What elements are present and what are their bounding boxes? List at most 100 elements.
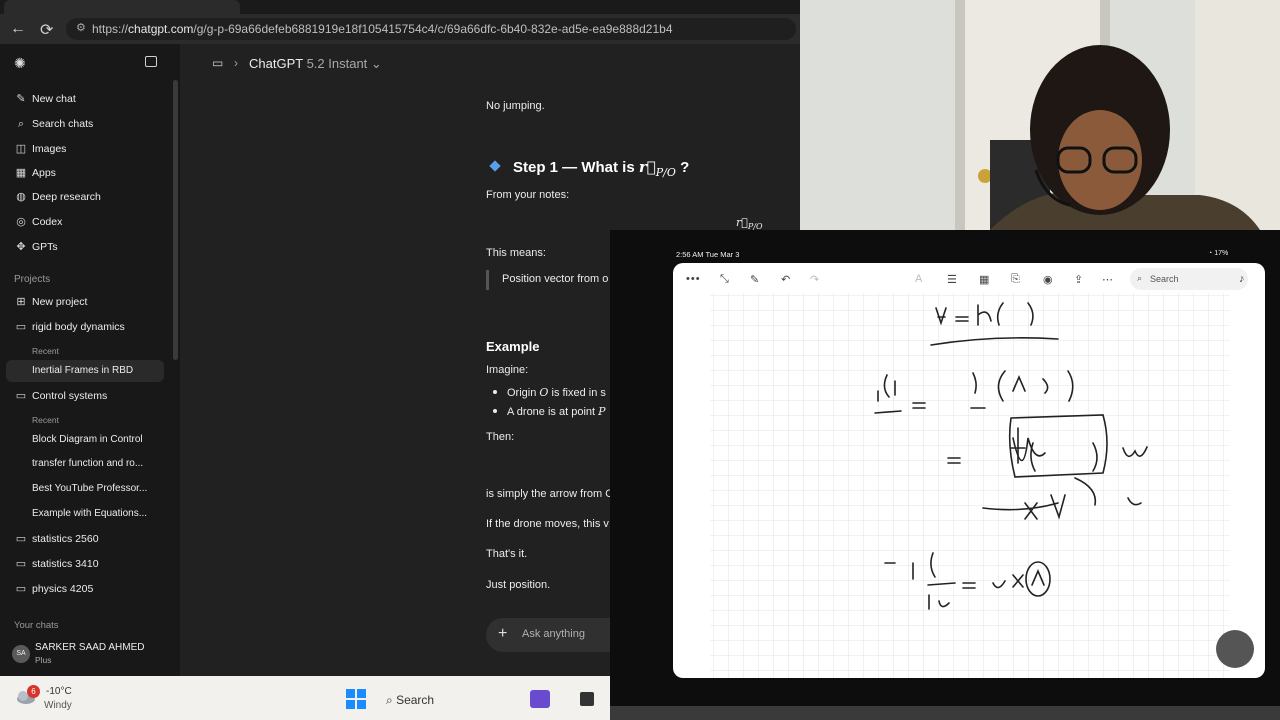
projects-header: Projects [14, 274, 51, 285]
chevron-right-icon: › [234, 56, 238, 70]
step1-question: ? [675, 159, 690, 176]
bullet-text: Origin [507, 387, 540, 399]
taskbar-search[interactable]: ⌕ Search [378, 686, 518, 714]
sidebar-item-label: Apps [32, 167, 56, 179]
bullet-dot-icon [493, 390, 497, 394]
your-chats-header: Your chats [14, 620, 59, 631]
sidebar-item-apps[interactable]: ▦ Apps [14, 162, 170, 184]
taskbar-app-icon[interactable] [580, 692, 594, 706]
url-prefix: https:// [92, 22, 129, 36]
chat-example-equations[interactable]: Example with Equations... [32, 504, 147, 524]
blockquote-bar [486, 270, 489, 290]
model-selector[interactable]: ChatGPT 5.2 Instant ⌄ [249, 56, 382, 72]
bullet-dot-icon [493, 409, 497, 413]
tablet-status-time: 2:56 AM Tue Mar 3 [676, 250, 740, 259]
markup-icon[interactable]: ◉ [1043, 273, 1053, 286]
share-icon[interactable]: ⇪ [1074, 273, 1083, 286]
microphone-icon[interactable]: ♪ [1239, 273, 1245, 285]
folder-icon: ▭ [15, 533, 27, 545]
project-physics-4205[interactable]: ▭ physics 4205 [14, 578, 170, 600]
battery-percent: 17% [1214, 250, 1229, 257]
more-dots-icon[interactable]: ••• [686, 273, 701, 285]
back-arrow-icon[interactable]: ← [10, 20, 26, 38]
weather-temperature[interactable]: -10°C [46, 686, 72, 697]
redo-icon[interactable]: ↷ [810, 273, 819, 286]
plus-icon[interactable]: + [498, 625, 507, 643]
search-icon: ⌕ [1137, 273, 1143, 283]
notes-canvas[interactable] [673, 263, 1265, 678]
undo-icon[interactable]: ↶ [781, 273, 790, 286]
site-info-icon[interactable]: ⚙ [76, 21, 86, 34]
taskbar-search-label: Search [396, 693, 435, 707]
sidebar-item-label: Deep research [32, 191, 101, 203]
folder-icon: ▭ [15, 390, 27, 402]
sidebar-item-images[interactable]: ◫ Images [14, 138, 170, 160]
step1-title: Step 1 — What is [513, 159, 639, 176]
avatar[interactable]: SA [12, 645, 30, 663]
webcam-person-image [800, 0, 1280, 230]
sidebar-toggle-icon[interactable] [145, 56, 157, 67]
chat-transfer-function[interactable]: transfer function and ro... [32, 454, 143, 474]
address-bar[interactable]: https://chatgpt.com/g/g-p-69a66defeb6881… [66, 18, 796, 40]
bullet-text: A drone is at point [507, 406, 599, 418]
chat-block-diagram[interactable]: Block Diagram in Control [32, 430, 143, 450]
chat-line: Imagine: [486, 364, 529, 376]
sidebar-item-label: New project [32, 296, 88, 308]
chat-inertial-frames[interactable]: Inertial Frames in RBD [32, 361, 133, 381]
bullet-symbol: P [598, 405, 606, 418]
step1-symbol: r⃗ [638, 158, 656, 176]
chat-line: From your notes: [486, 189, 570, 201]
project-statistics-2560[interactable]: ▭ statistics 2560 [14, 528, 170, 550]
weather-description[interactable]: Windy [44, 700, 72, 711]
search-icon: ⌕ [386, 693, 393, 707]
chat-line: Just position. [486, 579, 551, 591]
blockquote-text: Position vector from o [502, 273, 609, 285]
edit-icon[interactable]: ✎ [750, 273, 759, 286]
example-heading: Example [486, 339, 540, 354]
folder-icon[interactable]: ▭ [212, 56, 223, 70]
project-statistics-3410[interactable]: ▭ statistics 3410 [14, 553, 170, 575]
attachment-icon[interactable]: ⎘ [1011, 273, 1020, 286]
active-tab[interactable] [4, 0, 240, 14]
windows-start-icon[interactable] [346, 689, 366, 709]
more-options-icon[interactable]: ⋯ [1102, 273, 1113, 286]
table-icon[interactable]: ▦ [979, 273, 989, 286]
sidebar-item-gpts[interactable]: ✥ GPTs [14, 236, 170, 258]
sidebar-item-deep-research[interactable]: ◍ Deep research [14, 186, 170, 208]
user-plan: Plus [35, 655, 52, 665]
collapse-icon[interactable]: ⤡ [720, 273, 729, 286]
user-name[interactable]: SARKER SAAD AHMED [35, 642, 144, 653]
sidebar-item-label: Images [32, 143, 67, 155]
text-format-icon[interactable]: A [915, 273, 922, 285]
reload-icon[interactable]: ⟳ [40, 20, 53, 40]
prompt-placeholder[interactable]: Ask anything [522, 628, 585, 640]
sidebar-item-label: Control systems [32, 390, 108, 402]
formula-display: r⃗P/O [736, 216, 763, 231]
folder-icon: ▭ [15, 558, 27, 570]
new-project-button[interactable]: ⊞ New project [14, 291, 170, 313]
weather-badge: 6 [27, 685, 40, 698]
sidebar-item-search-chats[interactable]: ⌕ Search chats [14, 113, 170, 135]
sidebar-item-label: statistics 2560 [32, 533, 99, 545]
taskbar [0, 676, 610, 720]
step1-subscript: P/O [655, 166, 676, 179]
sidebar-scrollbar[interactable] [173, 80, 178, 360]
folder-icon: ▭ [15, 321, 27, 333]
notes-search-field[interactable]: Search [1130, 268, 1248, 290]
sidebar-item-codex[interactable]: ◎ Codex [14, 211, 170, 233]
codex-icon: ◎ [16, 216, 26, 228]
chatgpt-logo-icon[interactable]: ✺ [14, 55, 26, 72]
project-rigid-body-dynamics[interactable]: ▭ rigid body dynamics [14, 316, 170, 338]
pencil-tool-icon[interactable] [1216, 630, 1254, 668]
clipchamp-icon[interactable] [530, 690, 550, 708]
apps-icon: ▦ [15, 167, 27, 179]
checklist-icon[interactable]: ☰ [947, 273, 957, 286]
formula-symbol: r⃗ [736, 216, 748, 229]
tablet-battery: ◔ 17% [1208, 250, 1228, 257]
project-control-systems[interactable]: ▭ Control systems [14, 385, 170, 407]
wifi-icon: ◔ [1208, 250, 1213, 257]
sidebar-item-new-chat[interactable]: ✎ New chat [14, 88, 170, 110]
chat-line: No jumping. [486, 100, 545, 112]
webcam-feed [800, 0, 1280, 230]
chat-youtube-professor[interactable]: Best YouTube Professor... [32, 479, 147, 499]
